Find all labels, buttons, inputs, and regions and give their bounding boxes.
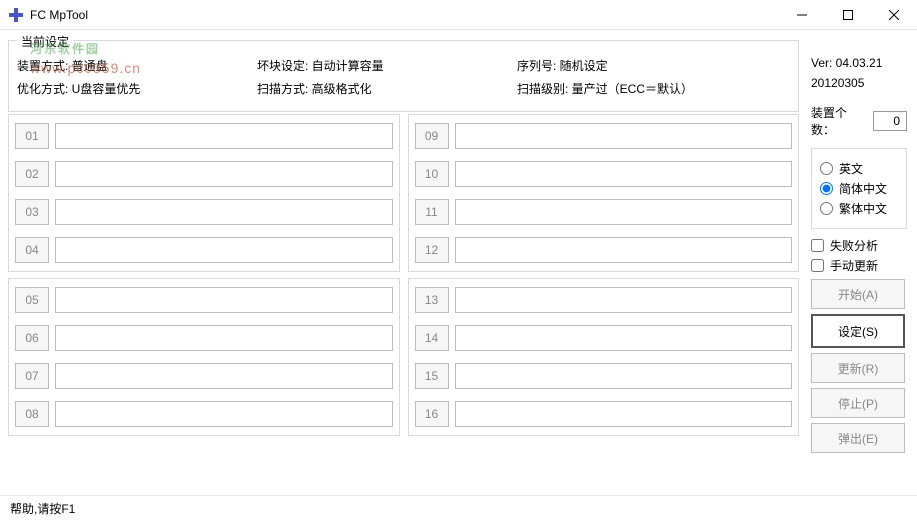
slot-field-08[interactable] [55,401,393,427]
date-label: 20120305 [811,76,907,90]
device-mode-label: 装置方式: 普通盘 [17,57,257,74]
status-bar: 帮助,请按F1 [0,496,917,521]
settings-button[interactable]: 设定(S) [811,314,905,348]
slot-num: 10 [415,161,449,187]
slot-field-13[interactable] [455,287,793,313]
slot-field-15[interactable] [455,363,793,389]
slot-num: 16 [415,401,449,427]
start-button[interactable]: 开始(A) [811,279,905,309]
window-title: FC MpTool [30,8,779,22]
slot-field-11[interactable] [455,199,793,225]
language-group: 英文 简体中文 繁体中文 [811,148,907,229]
slot-num: 01 [15,123,49,149]
slot-field-01[interactable] [55,123,393,149]
manual-update-checkbox[interactable]: 手动更新 [811,257,907,274]
slot-group-1: 01 02 03 04 [8,114,400,272]
update-button[interactable]: 更新(R) [811,353,905,383]
slot-field-16[interactable] [455,401,793,427]
slot-num: 09 [415,123,449,149]
slot-num: 14 [415,325,449,351]
slot-num: 03 [15,199,49,225]
close-button[interactable] [871,0,917,30]
slot-num: 08 [15,401,49,427]
slot-field-03[interactable] [55,199,393,225]
fail-analysis-checkbox[interactable]: 失败分析 [811,237,907,254]
slot-num: 06 [15,325,49,351]
device-count-label: 装置个数： [811,104,867,138]
group-legend: 当前设定 [17,33,73,50]
slot-field-12[interactable] [455,237,793,263]
slot-group-4: 13 14 15 16 [408,278,800,436]
slot-field-07[interactable] [55,363,393,389]
slot-num: 07 [15,363,49,389]
slot-num: 15 [415,363,449,389]
scan-level-label: 扫描级别: 量产过（ECC＝默认） [517,80,790,97]
serial-label: 序列号: 随机设定 [517,57,790,74]
app-icon [8,7,24,23]
slot-group-3: 09 10 11 12 [408,114,800,272]
slot-field-10[interactable] [455,161,793,187]
slot-num: 04 [15,237,49,263]
device-count-value: 0 [873,111,907,131]
slot-num: 02 [15,161,49,187]
version-label: Ver: 04.03.21 [811,56,907,70]
slot-num: 11 [415,199,449,225]
maximize-button[interactable] [825,0,871,30]
lang-cn-radio[interactable]: 简体中文 [820,180,898,197]
slot-field-14[interactable] [455,325,793,351]
slot-num: 05 [15,287,49,313]
stop-button[interactable]: 停止(P) [811,388,905,418]
minimize-button[interactable] [779,0,825,30]
current-settings-group: 当前设定 装置方式: 普通盘 坏块设定: 自动计算容量 序列号: 随机设定 优化… [8,40,799,112]
titlebar: FC MpTool [0,0,917,30]
slot-num: 12 [415,237,449,263]
lang-tw-radio[interactable]: 繁体中文 [820,200,898,217]
slot-field-04[interactable] [55,237,393,263]
slot-field-05[interactable] [55,287,393,313]
eject-button[interactable]: 弹出(E) [811,423,905,453]
slot-num: 13 [415,287,449,313]
scan-mode-label: 扫描方式: 高级格式化 [257,80,517,97]
slot-group-2: 05 06 07 08 [8,278,400,436]
slot-field-06[interactable] [55,325,393,351]
badblock-label: 坏块设定: 自动计算容量 [257,57,517,74]
slot-field-09[interactable] [455,123,793,149]
optimize-label: 优化方式: U盘容量优先 [17,80,257,97]
lang-en-radio[interactable]: 英文 [820,160,898,177]
slot-field-02[interactable] [55,161,393,187]
